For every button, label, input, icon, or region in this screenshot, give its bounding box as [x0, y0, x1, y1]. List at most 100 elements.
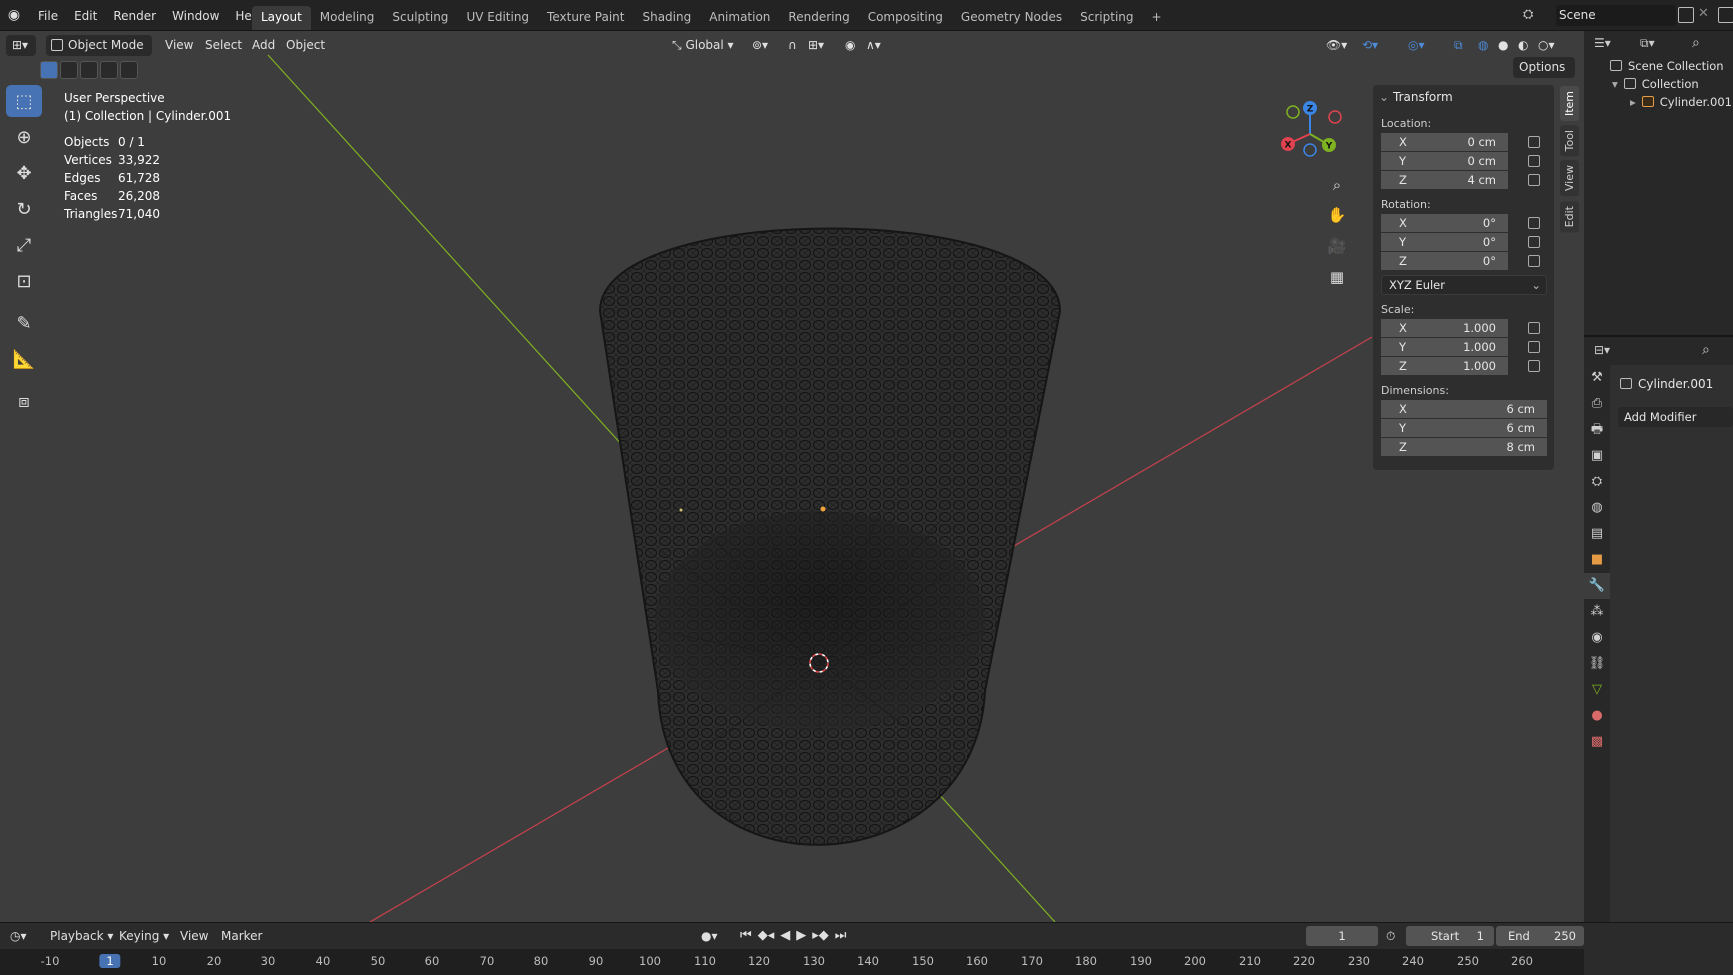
- menu-file[interactable]: File: [30, 9, 66, 23]
- tab-sculpting[interactable]: Sculpting: [383, 6, 457, 30]
- select-box-tool-icon[interactable]: ⬚: [6, 85, 42, 117]
- outliner-type-icon[interactable]: ☰▾: [1594, 36, 1611, 50]
- scene-props-icon[interactable]: ⛭: [1584, 469, 1610, 495]
- zoom-icon[interactable]: ⌕: [1323, 171, 1351, 199]
- dimensions-x-field[interactable]: X6 cm: [1381, 400, 1547, 419]
- properties-object-name[interactable]: Cylinder.001: [1620, 377, 1713, 391]
- camera-view-icon[interactable]: 🎥: [1323, 232, 1351, 260]
- jump-end-icon[interactable]: ⏭: [835, 926, 847, 946]
- cursor-tool-icon[interactable]: ⊕: [6, 121, 42, 153]
- delete-scene-icon[interactable]: ✕: [1698, 6, 1709, 21]
- outliner-collection[interactable]: ▾ Collection: [1612, 75, 1699, 93]
- lock-icon[interactable]: [1528, 217, 1540, 229]
- play-icon[interactable]: ▶: [796, 926, 806, 946]
- properties-type-icon[interactable]: ⊟▾: [1594, 343, 1610, 357]
- tab-compositing[interactable]: Compositing: [859, 6, 952, 30]
- lock-icon[interactable]: [1528, 255, 1540, 267]
- tab-animation[interactable]: Animation: [700, 6, 779, 30]
- add-workspace-button[interactable]: +: [1143, 6, 1171, 30]
- 3d-viewport[interactable]: ⊞▾ Object Mode ▾ View Select Add Object …: [0, 31, 1584, 922]
- texture-props-icon[interactable]: ▩: [1584, 729, 1610, 755]
- select-invert-icon[interactable]: [100, 61, 118, 79]
- select-new-icon[interactable]: [40, 61, 58, 79]
- snap-icon[interactable]: ∩: [788, 35, 797, 56]
- constraints-props-icon[interactable]: ⛓: [1584, 651, 1610, 677]
- select-extend-icon[interactable]: [60, 61, 78, 79]
- orientation-dropdown[interactable]: ⤡ Global ▾: [666, 35, 744, 56]
- material-shading-icon[interactable]: ◐: [1518, 35, 1528, 56]
- viewport-menu-select[interactable]: Select: [205, 35, 242, 56]
- pivot-point-icon[interactable]: ⊚▾: [752, 35, 768, 56]
- rotation-mode-dropdown[interactable]: XYZ Euler ⌄: [1381, 275, 1547, 295]
- move-tool-icon[interactable]: ✥: [6, 157, 42, 189]
- search-icon[interactable]: ⌕: [1692, 35, 1700, 51]
- tab-shading[interactable]: Shading: [633, 6, 700, 30]
- navigation-gizmo[interactable]: Z X Y: [1275, 97, 1345, 167]
- tab-texture-paint[interactable]: Texture Paint: [538, 6, 633, 30]
- location-z-field[interactable]: Z4 cm: [1381, 171, 1540, 190]
- dimensions-y-field[interactable]: Y6 cm: [1381, 419, 1547, 438]
- xray-icon[interactable]: ⧉: [1454, 35, 1463, 56]
- add-modifier-button[interactable]: Add Modifier: [1618, 407, 1733, 427]
- material-props-icon[interactable]: ●: [1584, 703, 1610, 729]
- object-props-icon[interactable]: ■: [1584, 547, 1610, 573]
- rotation-z-field[interactable]: Z 0°: [1381, 252, 1540, 271]
- timeline-menu-view[interactable]: View: [180, 926, 208, 946]
- end-frame-field[interactable]: End 250: [1496, 926, 1584, 946]
- outliner-scene-collection[interactable]: Scene Collection: [1610, 57, 1724, 75]
- tab-uv-editing[interactable]: UV Editing: [457, 6, 538, 30]
- rotation-x-field[interactable]: X 0°: [1381, 214, 1540, 233]
- display-mode-icon[interactable]: ⧉▾: [1640, 36, 1655, 51]
- prev-keyframe-icon[interactable]: ◆◂: [758, 926, 775, 946]
- gizmo-toggle-icon[interactable]: ⟲▾: [1362, 35, 1378, 56]
- timeline-menu-marker[interactable]: Marker: [221, 926, 262, 946]
- lock-icon[interactable]: [1528, 341, 1540, 353]
- expand-arrow-icon[interactable]: ▾: [1612, 77, 1618, 91]
- play-reverse-icon[interactable]: ◀: [780, 926, 790, 946]
- frame-ruler[interactable]: -10 1 10 20 30 40 50 60 70 80 90 100 110…: [0, 949, 1584, 975]
- menu-window[interactable]: Window: [164, 9, 227, 23]
- physics-props-icon[interactable]: ◉: [1584, 625, 1610, 651]
- output-props-icon[interactable]: 🖶: [1584, 417, 1610, 443]
- lock-icon[interactable]: [1528, 236, 1540, 248]
- visibility-icon[interactable]: 👁▾: [1326, 35, 1347, 56]
- blender-logo-icon[interactable]: ◉: [6, 7, 22, 23]
- world-props-icon[interactable]: ◍: [1584, 495, 1610, 521]
- rendered-shading-icon[interactable]: ○▾: [1538, 35, 1555, 56]
- location-y-field[interactable]: Y0 cm: [1381, 152, 1540, 171]
- next-keyframe-icon[interactable]: ▸◆: [812, 926, 829, 946]
- proportional-edit-icon[interactable]: ◉: [845, 35, 855, 56]
- lock-icon[interactable]: [1528, 322, 1540, 334]
- collection-props-icon[interactable]: ▤: [1584, 521, 1610, 547]
- viewport-menu-view[interactable]: View: [165, 35, 193, 56]
- lock-icon[interactable]: [1528, 174, 1540, 186]
- new-scene-icon[interactable]: [1678, 7, 1694, 23]
- current-frame-field[interactable]: 1: [1306, 926, 1378, 946]
- lock-icon[interactable]: [1528, 155, 1540, 167]
- scene-name-field[interactable]: Scene: [1556, 5, 1676, 26]
- jump-start-icon[interactable]: ⏮: [740, 926, 752, 946]
- tab-item[interactable]: Item: [1560, 86, 1579, 122]
- rotation-y-field[interactable]: Y 0°: [1381, 233, 1540, 252]
- options-dropdown[interactable]: Options ▾: [1513, 57, 1575, 95]
- tab-view[interactable]: View: [1560, 160, 1579, 197]
- ortho-grid-icon[interactable]: ▦: [1323, 263, 1351, 291]
- lock-icon[interactable]: [1528, 136, 1540, 148]
- viewport-menu-add[interactable]: Add: [252, 35, 275, 56]
- render-props-icon[interactable]: ⎙: [1584, 391, 1610, 417]
- transform-tool-icon[interactable]: ⊡: [6, 265, 42, 297]
- scale-y-field[interactable]: Y 1.000: [1381, 338, 1540, 357]
- view-layer-props-icon[interactable]: ▣: [1584, 443, 1610, 469]
- add-cube-tool-icon[interactable]: ⧈: [6, 385, 42, 417]
- outliner[interactable]: ☰▾ ⧉▾ ⌕ Scene Collection ▾ Collection ▸ Cy…: [1584, 31, 1733, 337]
- wireframe-shading-icon[interactable]: ◍: [1478, 35, 1488, 56]
- timeline-menu-keying[interactable]: Keying ▾: [119, 926, 169, 946]
- annotate-tool-icon[interactable]: ✎: [6, 307, 42, 339]
- scale-x-field[interactable]: X 1.000: [1381, 319, 1540, 338]
- transform-section-header[interactable]: ⌄ Transform: [1373, 85, 1554, 109]
- select-intersect-icon[interactable]: [120, 61, 138, 79]
- select-subtract-icon[interactable]: [80, 61, 98, 79]
- scale-z-field[interactable]: Z 1.000: [1381, 357, 1540, 376]
- overlays-icon[interactable]: ◎▾: [1408, 35, 1425, 56]
- solid-shading-icon[interactable]: ●: [1498, 35, 1508, 56]
